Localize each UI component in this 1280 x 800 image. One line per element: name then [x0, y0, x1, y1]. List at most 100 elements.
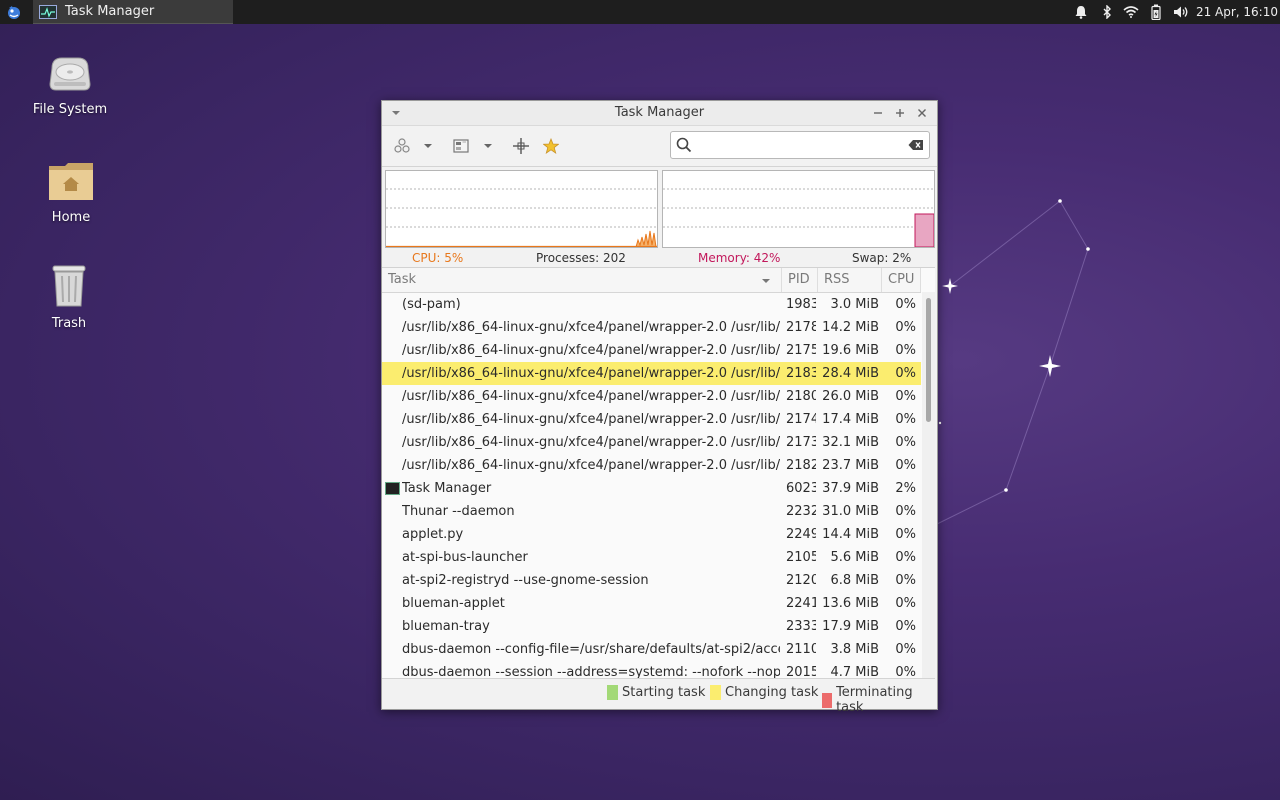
column-header-label: Task [388, 272, 417, 287]
pid-cell: 2180 [786, 389, 816, 404]
legend-swatch [710, 685, 721, 700]
table-row[interactable]: (sd-pam) 1983 3.0 MiB 0% [382, 293, 921, 316]
rss-cell: 13.6 MiB [822, 596, 879, 611]
cpu-cell: 0% [895, 343, 916, 358]
cpu-cell: 0% [895, 550, 916, 565]
pid-cell: 2183 [786, 366, 816, 381]
table-row[interactable]: Task Manager 6023 37.9 MiB 2% [382, 477, 921, 500]
battery-icon[interactable] [1147, 0, 1165, 24]
table-row[interactable]: /usr/lib/x86_64-linux-gnu/xfce4/panel/wr… [382, 385, 921, 408]
search-field[interactable] [670, 131, 930, 159]
cpu-graph [385, 170, 658, 248]
cpu-cell: 0% [895, 366, 916, 381]
table-row[interactable]: /usr/lib/x86_64-linux-gnu/xfce4/panel/wr… [382, 408, 921, 431]
xfce-menu-icon[interactable] [3, 2, 25, 22]
rss-cell: 14.2 MiB [822, 320, 879, 335]
rss-cell: 14.4 MiB [822, 527, 879, 542]
legend-label: Starting task [622, 685, 706, 700]
rss-cell: 6.8 MiB [830, 573, 879, 588]
volume-icon[interactable] [1171, 0, 1191, 24]
cpu-cell: 0% [895, 619, 916, 634]
search-input[interactable] [697, 134, 901, 156]
task-name-cell: Task Manager [402, 481, 492, 496]
column-header-pid[interactable]: PID [782, 268, 818, 292]
table-row[interactable]: /usr/lib/x86_64-linux-gnu/xfce4/panel/wr… [382, 454, 921, 477]
table-row[interactable]: /usr/lib/x86_64-linux-gnu/xfce4/panel/wr… [382, 362, 921, 385]
maximize-icon[interactable] [891, 104, 909, 122]
bluetooth-icon[interactable] [1098, 0, 1116, 24]
legend-item: Changing task [710, 685, 818, 700]
task-name-cell: blueman-tray [402, 619, 490, 634]
table-row[interactable]: /usr/lib/x86_64-linux-gnu/xfce4/panel/wr… [382, 431, 921, 454]
task-name-cell: Thunar --daemon [402, 504, 515, 519]
table-row[interactable]: applet.py 2249 14.4 MiB 0% [382, 523, 921, 546]
vertical-scrollbar[interactable] [922, 292, 935, 678]
table-row[interactable]: /usr/lib/x86_64-linux-gnu/xfce4/panel/wr… [382, 316, 921, 339]
table-body: (sd-pam) 1983 3.0 MiB 0% /usr/lib/x86_64-lin… [382, 293, 921, 678]
rss-cell: 19.6 MiB [822, 343, 879, 358]
bell-icon[interactable] [1072, 0, 1090, 24]
taskbar-button-task-manager[interactable]: Task Manager [33, 0, 233, 24]
task-name-cell: /usr/lib/x86_64-linux-gnu/xfce4/panel/wr… [402, 366, 780, 381]
task-manager-icon [385, 482, 400, 495]
pid-cell: 2110 [786, 642, 816, 657]
pid-cell: 2173 [786, 435, 816, 450]
task-name-cell: /usr/lib/x86_64-linux-gnu/xfce4/panel/wr… [402, 412, 780, 427]
desktop-icon-file-system[interactable]: File System [25, 54, 115, 117]
star-icon[interactable] [540, 136, 562, 156]
column-header-rss[interactable]: RSS [818, 268, 882, 292]
cpu-cell: 0% [895, 504, 916, 519]
table-row[interactable]: at-spi-bus-launcher 2105 5.6 MiB 0% [382, 546, 921, 569]
table-row[interactable]: Thunar --daemon 2232 31.0 MiB 0% [382, 500, 921, 523]
swap-usage-label: Swap: 2% [852, 251, 912, 265]
column-header-task[interactable]: Task [382, 268, 782, 292]
table-row[interactable]: at-spi2-registryd --use-gnome-session 212… [382, 569, 921, 592]
desktop-icon-trash[interactable]: Trash [24, 262, 114, 331]
task-name-cell: at-spi-bus-launcher [402, 550, 528, 565]
search-icon [676, 137, 692, 153]
cpu-cell: 0% [895, 596, 916, 611]
pid-cell: 2174 [786, 412, 816, 427]
scrollbar-thumb[interactable] [926, 298, 931, 422]
rss-cell: 3.0 MiB [830, 297, 879, 312]
cpu-cell: 0% [895, 573, 916, 588]
close-icon[interactable] [913, 104, 931, 122]
rss-cell: 17.9 MiB [822, 619, 879, 634]
column-header-cpu[interactable]: CPU [882, 268, 921, 292]
rss-cell: 17.4 MiB [822, 412, 879, 427]
pid-cell: 6023 [786, 481, 816, 496]
rss-cell: 23.7 MiB [822, 458, 879, 473]
window-titlebar[interactable]: Task Manager [382, 101, 937, 126]
table-header: Task PID RSS CPU [382, 268, 921, 293]
panel-clock[interactable]: 21 Apr, 16:10 [1196, 0, 1278, 24]
legend-bar: Starting task Changing task Terminating ta… [382, 678, 935, 715]
settings-dropdown-chevron-down-icon[interactable] [420, 136, 436, 156]
pid-cell: 1983 [786, 297, 816, 312]
clear-search-icon[interactable] [908, 139, 924, 151]
desktop-icon-home[interactable]: Home [26, 160, 116, 225]
columns-icon[interactable] [450, 136, 472, 156]
table-row[interactable]: blueman-applet 2241 13.6 MiB 0% [382, 592, 921, 615]
process-count-label: Processes: 202 [536, 251, 626, 265]
cpu-cell: 0% [895, 458, 916, 473]
view-dropdown-chevron-down-icon[interactable] [480, 136, 496, 156]
pid-cell: 2249 [786, 527, 816, 542]
legend-label: Changing task [725, 685, 819, 700]
home-folder-icon [49, 163, 93, 200]
settings-icon[interactable] [391, 136, 413, 156]
summary-bar: CPU: 5% Processes: 202 Memory: 42% Swap:… [382, 247, 937, 269]
legend-label: Terminating task [836, 685, 913, 715]
table-row[interactable]: blueman-tray 2333 17.9 MiB 0% [382, 615, 921, 638]
pid-cell: 2015 [786, 665, 816, 678]
table-row[interactable]: dbus-daemon --config-file=/usr/share/def… [382, 638, 921, 661]
wifi-icon[interactable] [1121, 0, 1141, 24]
task-name-cell: dbus-daemon --session --address=systemd:… [402, 665, 780, 678]
rss-cell: 3.8 MiB [830, 642, 879, 657]
minimize-icon[interactable] [869, 104, 887, 122]
desktop-icon-label: File System [32, 102, 108, 117]
crosshair-icon[interactable] [510, 136, 532, 156]
cpu-usage-label: CPU: 5% [412, 251, 464, 265]
table-row[interactable]: /usr/lib/x86_64-linux-gnu/xfce4/panel/wr… [382, 339, 921, 362]
task-manager-icon [39, 4, 57, 19]
table-row[interactable]: dbus-daemon --session --address=systemd:… [382, 661, 921, 678]
